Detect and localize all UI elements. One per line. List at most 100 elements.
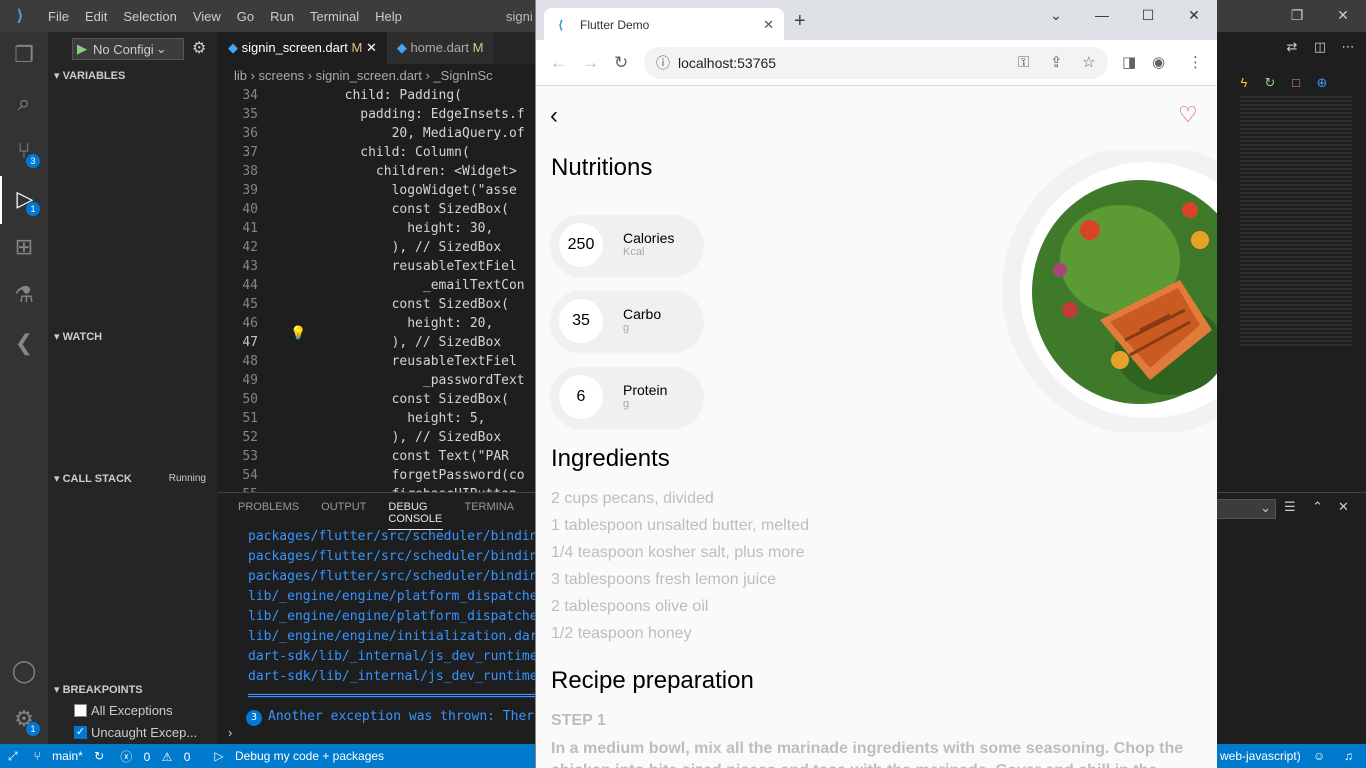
code-line[interactable]: 40 const SizedBox( <box>218 200 536 219</box>
testing-icon[interactable]: ⚗ <box>0 272 48 320</box>
code-line[interactable]: 47 ), // SizedBox <box>218 333 536 352</box>
menu-go[interactable]: Go <box>229 9 262 24</box>
extensions-icon[interactable]: ⊞ <box>0 224 48 272</box>
code-line[interactable]: 37 child: Column( <box>218 143 536 162</box>
code-line[interactable]: 35 padding: EdgeInsets.f <box>218 105 536 124</box>
branch-item[interactable]: ⑂ main* ↻ <box>34 749 105 763</box>
explorer-icon[interactable]: ❐ <box>0 32 48 80</box>
tab-home[interactable]: ◆ home.dart M <box>386 32 494 64</box>
browser-menu-icon[interactable]: ⋮ <box>1188 53 1203 71</box>
code-line[interactable]: 46 height: 20, <box>218 314 536 333</box>
menu-file[interactable]: File <box>40 9 77 24</box>
tab-problems[interactable]: PROBLEMS <box>238 501 299 530</box>
maximize-panel-icon[interactable]: ⌃ <box>1312 499 1323 515</box>
restore-icon[interactable]: ❐ <box>1274 0 1320 32</box>
share-icon[interactable]: ⇪ <box>1050 47 1063 79</box>
close-window-icon[interactable]: ✕ <box>1171 0 1217 30</box>
variables-header[interactable]: ▾ VARIABLES <box>48 65 218 87</box>
menu-run[interactable]: Run <box>262 9 302 24</box>
more-actions-icon[interactable]: ⋯ <box>1334 32 1362 62</box>
run-debug-icon[interactable]: ▷ 1 <box>0 176 48 224</box>
tab-debug-console[interactable]: DEBUG CONSOLE <box>388 501 443 530</box>
code-line[interactable]: 45 const SizedBox( <box>218 295 536 314</box>
breakpoint-all-exceptions[interactable]: All Exceptions <box>74 703 173 718</box>
code-line[interactable]: 50 const SizedBox( <box>218 390 536 409</box>
menu-terminal[interactable]: Terminal <box>302 9 367 24</box>
code-line[interactable]: 44 _emailTextCon <box>218 276 536 295</box>
search-icon[interactable]: ⌕ <box>0 80 48 128</box>
close-panel-icon[interactable]: ✕ <box>1338 499 1349 515</box>
code-line[interactable]: 39 logoWidget("asse <box>218 181 536 200</box>
address-bar[interactable]: ⓘ localhost:53765 ⚿ ⇪ ☆ <box>644 47 1108 79</box>
lightbulb-icon[interactable]: 💡 <box>290 325 306 341</box>
breakpoints-header[interactable]: ▾ BREAKPOINTS <box>48 679 218 701</box>
favorite-heart-icon[interactable]: ♡ <box>1178 102 1198 128</box>
checkbox-checked[interactable]: ✓ <box>74 726 87 739</box>
feedback-icon[interactable]: ☺ <box>1313 749 1325 763</box>
start-debug-icon[interactable]: ▶ <box>77 41 87 57</box>
debug-status[interactable]: ▷ Debug my code + packages <box>214 749 392 763</box>
remote-icon[interactable]: ⤢ <box>8 749 18 764</box>
code-line[interactable]: 52 ), // SizedBox <box>218 428 536 447</box>
chevron-down-icon[interactable]: ⌄ <box>1216 499 1276 519</box>
maximize-icon[interactable]: ☐ <box>1125 0 1171 30</box>
tab-search-icon[interactable]: ⌄ <box>1033 0 1079 30</box>
settings-gear-icon[interactable]: ⚙ 1 <box>0 696 48 744</box>
bookmark-star-icon[interactable]: ☆ <box>1082 47 1095 79</box>
code-line[interactable]: 36 20, MediaQuery.of <box>218 124 536 143</box>
back-chevron-icon[interactable]: ‹ <box>550 102 558 130</box>
new-tab-icon[interactable]: + <box>794 10 806 33</box>
reload-icon[interactable]: ↻ <box>614 53 628 73</box>
call-stack-header[interactable]: ▾ CALL STACK Running <box>48 468 218 490</box>
close-icon[interactable]: ✕ <box>1320 0 1366 32</box>
breakpoint-uncaught[interactable]: ✓ Uncaught Excep... <box>74 725 197 740</box>
debug-config-select[interactable]: ▶ No Configi ⌄ <box>72 38 184 60</box>
breadcrumb[interactable]: lib › screens › signin_screen.dart › _Si… <box>234 66 493 86</box>
console-prompt-chevron-icon[interactable]: › <box>228 725 232 740</box>
key-icon[interactable]: ⚿ <box>1018 47 1029 79</box>
language-item[interactable]: web-javascript) <box>1220 749 1301 763</box>
stop-icon[interactable]: □ <box>1282 68 1310 98</box>
account-icon[interactable]: ◯ <box>0 648 48 696</box>
tab-terminal[interactable]: TERMINA <box>465 501 515 530</box>
site-info-icon[interactable]: ⓘ <box>656 47 670 79</box>
compare-icon[interactable]: ⇄ <box>1278 32 1306 62</box>
notifications-icon[interactable]: ♫ <box>1344 749 1353 763</box>
close-tab-icon[interactable]: ✕ <box>763 8 774 42</box>
code-line[interactable]: 43 reusableTextFiel <box>218 257 536 276</box>
debug-settings-gear-icon[interactable]: ⚙ <box>192 38 206 58</box>
code-line[interactable]: 51 height: 5, <box>218 409 536 428</box>
code-view[interactable]: 34 child: Padding(35 padding: EdgeInsets… <box>218 86 536 504</box>
split-editor-icon[interactable]: ◫ <box>1306 32 1334 62</box>
forward-arrow-icon[interactable]: → <box>582 53 599 73</box>
code-line[interactable]: 53 const Text("PAR <box>218 447 536 466</box>
code-line[interactable]: 34 child: Padding( <box>218 86 536 105</box>
side-panel-icon[interactable]: ◨ <box>1122 53 1136 71</box>
menu-view[interactable]: View <box>185 9 229 24</box>
hot-reload-icon[interactable]: ϟ <box>1230 68 1258 98</box>
minimap-preview[interactable] <box>1240 96 1352 346</box>
code-line[interactable]: 41 height: 30, <box>218 219 536 238</box>
back-arrow-icon[interactable]: ← <box>550 53 567 73</box>
code-line[interactable]: 54 forgetPassword(co <box>218 466 536 485</box>
code-line[interactable]: 48 reusableTextFiel <box>218 352 536 371</box>
menu-edit[interactable]: Edit <box>77 9 115 24</box>
menu-selection[interactable]: Selection <box>115 9 184 24</box>
browser-tab[interactable]: ⟨ Flutter Demo ✕ <box>544 8 784 40</box>
code-line[interactable]: 49 _passwordText <box>218 371 536 390</box>
profile-avatar-icon[interactable]: ◉ <box>1152 53 1165 71</box>
restart-icon[interactable]: ↻ <box>1256 68 1284 98</box>
checkbox[interactable] <box>74 704 87 717</box>
clear-console-icon[interactable]: ☰ <box>1284 499 1296 515</box>
tab-signin-screen[interactable]: ◆ signin_screen.dart M ✕ <box>218 32 387 64</box>
minimize-icon[interactable]: — <box>1079 0 1125 30</box>
source-control-icon[interactable]: ⑂ 3 <box>0 128 48 176</box>
problems-item[interactable]: ⓧ 0 ⚠ 0 <box>120 748 198 765</box>
code-line[interactable]: 42 ), // SizedBox <box>218 238 536 257</box>
tab-output[interactable]: OUTPUT <box>321 501 366 530</box>
code-line[interactable]: 38 children: <Widget> <box>218 162 536 181</box>
devtools-icon[interactable]: ⊕ <box>1308 68 1336 98</box>
menu-help[interactable]: Help <box>367 9 410 24</box>
watch-header[interactable]: ▾ WATCH <box>48 326 218 348</box>
flutter-icon[interactable]: ❮ <box>0 320 48 368</box>
